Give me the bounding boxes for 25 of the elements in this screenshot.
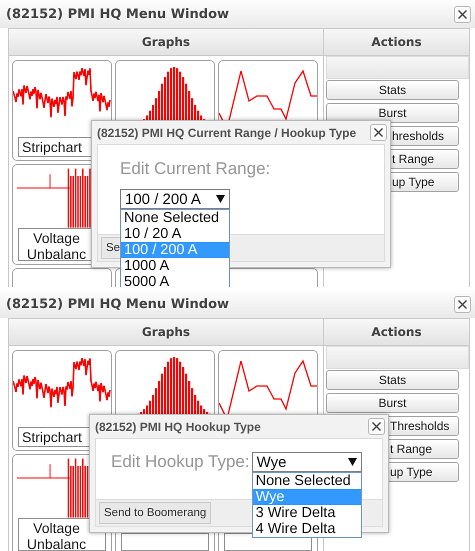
action-button[interactable]: Stats bbox=[326, 370, 459, 390]
column-header: Graphs bbox=[9, 29, 323, 56]
window-title: (82152) PMI HQ Menu Window bbox=[6, 6, 230, 22]
dropdown[interactable]: Wye bbox=[252, 452, 362, 472]
column-header: Actions bbox=[324, 319, 469, 346]
send-button[interactable]: Send to Boomerang bbox=[99, 502, 212, 524]
close-icon[interactable] bbox=[454, 296, 471, 312]
close-icon[interactable] bbox=[370, 124, 387, 141]
dropdown-option[interactable]: 3 Wire Delta bbox=[252, 505, 361, 521]
dropdown-option[interactable]: 4 Wire Delta bbox=[252, 521, 361, 537]
action-button[interactable]: Stats bbox=[326, 80, 459, 100]
column-header: Graphs bbox=[9, 319, 323, 346]
close-icon[interactable] bbox=[454, 6, 471, 22]
field-label: Edit Current Range: bbox=[120, 159, 272, 179]
dropdown-option[interactable]: None Selected bbox=[121, 210, 229, 226]
field-label: Edit Hookup Type: bbox=[111, 452, 250, 472]
action-button[interactable]: Burst bbox=[326, 393, 459, 413]
dropdown[interactable]: 100 / 200 A bbox=[120, 189, 230, 209]
close-icon[interactable] bbox=[368, 418, 385, 435]
column-header: Actions bbox=[324, 29, 469, 56]
window-title: (82152) PMI HQ Menu Window bbox=[6, 296, 230, 312]
dropdown-option[interactable]: 5000 A bbox=[121, 274, 229, 287]
caret-icon bbox=[216, 195, 225, 203]
action-button[interactable]: Burst bbox=[326, 103, 459, 123]
dropdown-option[interactable]: 1000 A bbox=[121, 258, 229, 274]
